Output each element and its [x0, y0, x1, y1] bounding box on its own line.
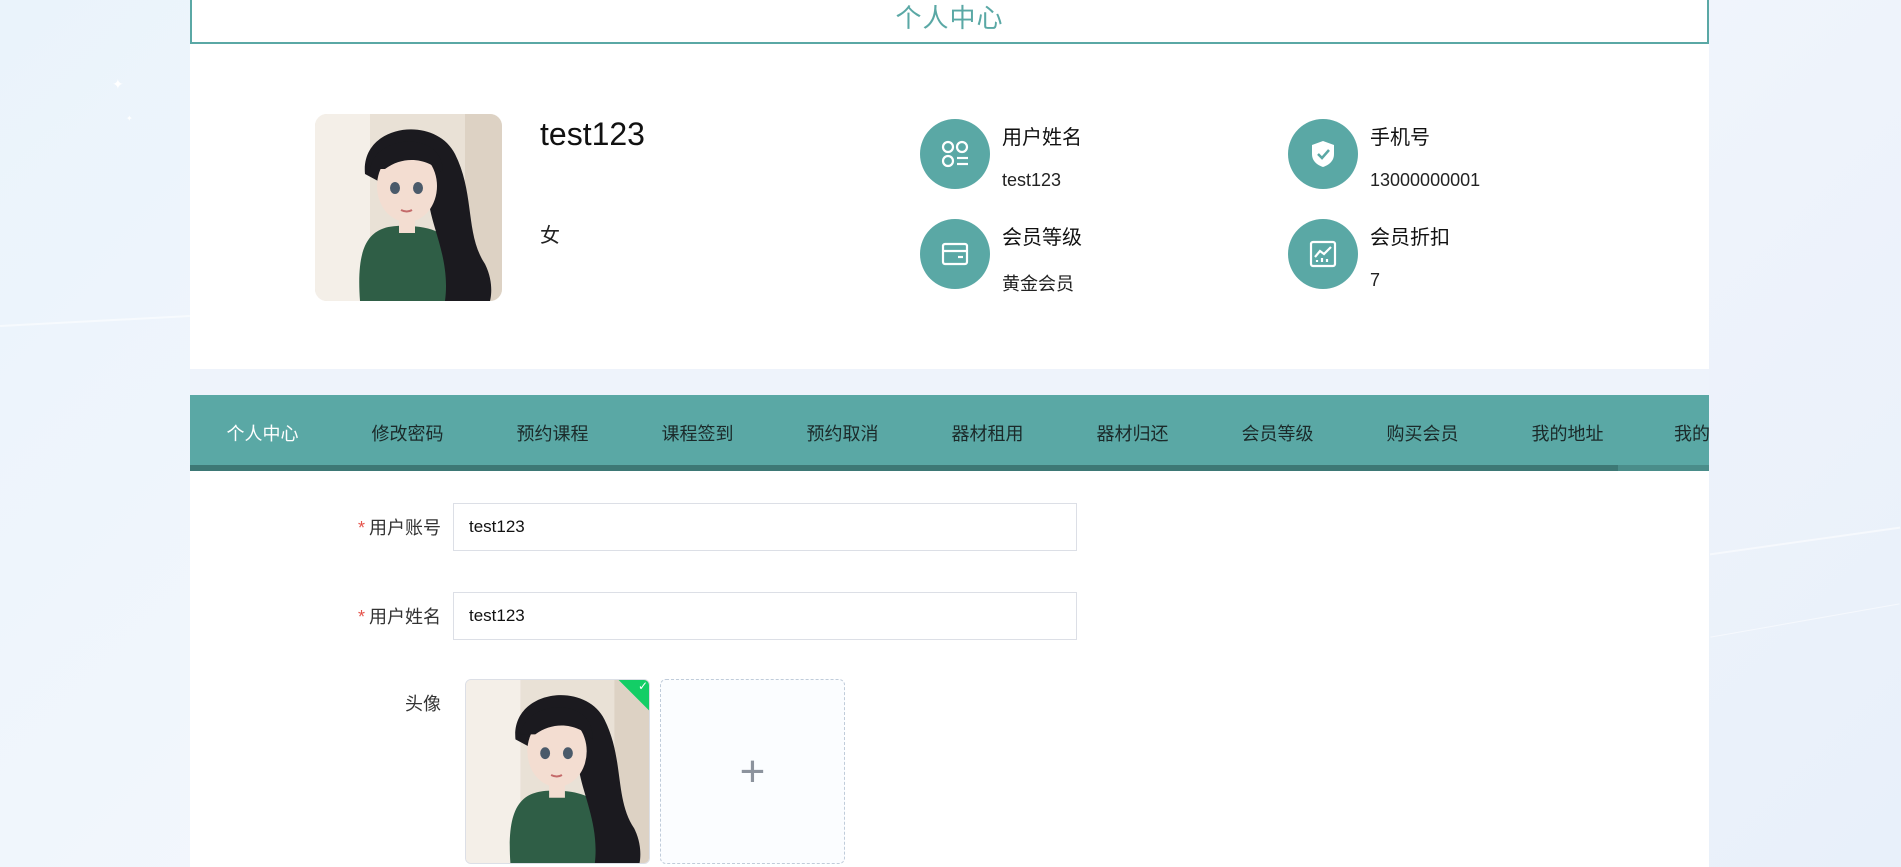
- background-decoration: [1710, 603, 1900, 638]
- tab-change-password[interactable]: 修改密码: [335, 395, 480, 471]
- stat-value: 13000000001: [1370, 170, 1481, 190]
- account-label: * 用户账号: [357, 518, 441, 538]
- profile-gender: 女: [540, 225, 560, 247]
- tab-course-checkin[interactable]: 课程签到: [625, 395, 770, 471]
- main-container: 个人中心 test123 女 用户姓名 test123 手机号 13000000…: [190, 0, 1709, 867]
- card-icon: [920, 219, 990, 289]
- tab-member-level[interactable]: 会员等级: [1205, 395, 1350, 471]
- stat-phone: 手机号 13000000001: [1288, 119, 1480, 191]
- stat-member-discount: 会员折扣 7: [1288, 219, 1450, 291]
- name-label: * 用户姓名: [357, 607, 441, 627]
- sparkle-icon: ✦: [126, 114, 133, 123]
- avatar-image: [466, 680, 649, 863]
- name-input[interactable]: [453, 592, 1077, 640]
- tab-scrollbar-track[interactable]: [190, 465, 1709, 471]
- stat-label: 会员等级: [1002, 227, 1082, 249]
- form-row-account: * 用户账号: [190, 503, 1077, 551]
- section-gap: [190, 369, 1709, 395]
- stat-value: test123: [1002, 170, 1062, 190]
- profile-card: test123 女 用户姓名 test123 手机号 13000000001 会…: [190, 44, 1709, 369]
- account-input[interactable]: [453, 503, 1077, 551]
- tab-profile[interactable]: 个人中心: [190, 395, 335, 471]
- page-title: 个人中心: [895, 2, 1004, 33]
- plus-icon: +: [739, 746, 766, 796]
- background-decoration: [0, 315, 190, 327]
- stat-value: 7: [1370, 270, 1381, 290]
- stat-value: 黄金会员: [1002, 274, 1074, 294]
- sparkle-icon: ✦: [112, 76, 124, 92]
- tab-bar: 个人中心 修改密码 预约课程 课程签到 预约取消 器材租用 器材归还 会员等级 …: [190, 395, 1709, 471]
- avatar-upload-button[interactable]: +: [660, 679, 845, 864]
- tab-equipment-return[interactable]: 器材归还: [1060, 395, 1205, 471]
- required-mark: *: [357, 607, 365, 627]
- page-title-bar: 个人中心: [190, 0, 1709, 44]
- tab-cancel-booking[interactable]: 预约取消: [770, 395, 915, 471]
- stat-label: 用户姓名: [1002, 127, 1082, 149]
- stat-member-level: 会员等级 黄金会员: [920, 219, 1082, 296]
- stat-user-name: 用户姓名 test123: [920, 119, 1082, 191]
- tab-scrollbar-thumb[interactable]: [190, 465, 1618, 471]
- form-row-avatar: 头像: [190, 690, 453, 716]
- avatar-upload: ✓ +: [465, 679, 845, 864]
- apps-icon: [920, 119, 990, 189]
- tab-buy-membership[interactable]: 购买会员: [1350, 395, 1495, 471]
- check-icon: ✓: [637, 679, 649, 694]
- tab-book-course[interactable]: 预约课程: [480, 395, 625, 471]
- tab-more[interactable]: 我的: [1640, 395, 1709, 471]
- tab-row: 个人中心 修改密码 预约课程 课程签到 预约取消 器材租用 器材归还 会员等级 …: [190, 395, 1710, 471]
- chart-icon: [1288, 219, 1358, 289]
- form-row-name: * 用户姓名: [190, 592, 1077, 640]
- avatar-label: 头像: [405, 694, 441, 714]
- background-decoration: [1709, 526, 1901, 556]
- stat-label: 会员折扣: [1370, 227, 1450, 249]
- stat-label: 手机号: [1370, 127, 1430, 149]
- tab-my-address[interactable]: 我的地址: [1495, 395, 1640, 471]
- avatar: [315, 114, 502, 301]
- uploaded-avatar-thumbnail[interactable]: ✓: [465, 679, 650, 864]
- required-mark: *: [357, 518, 365, 538]
- shield-check-icon: [1288, 119, 1358, 189]
- avatar-image: [315, 114, 502, 301]
- tab-equipment-rental[interactable]: 器材租用: [915, 395, 1060, 471]
- profile-username: test123: [540, 116, 645, 152]
